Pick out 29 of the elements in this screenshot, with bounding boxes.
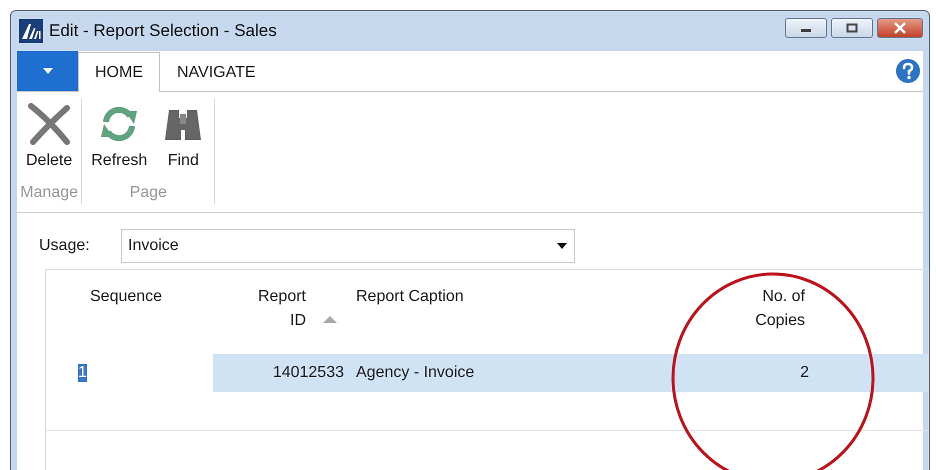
group-label: Page [130, 184, 167, 203]
ribbon-button[interactable]: Refresh [84, 98, 154, 184]
close-button[interactable] [877, 18, 923, 38]
ribbon-button[interactable]: Find [154, 98, 212, 184]
caret-icon [42, 67, 54, 75]
group-label: Manage [20, 184, 78, 203]
column-header[interactable]: Report Caption [356, 285, 464, 309]
table-cell: 14012533 [272, 364, 344, 382]
window-title: Edit - Report Selection - Sales [49, 21, 277, 41]
minimize-button[interactable] [785, 18, 827, 38]
dropdown-caret-icon [556, 242, 568, 250]
table-cell: 2 [800, 364, 809, 382]
table-cell: 1 [78, 364, 87, 382]
field-label: Usage: [39, 237, 91, 255]
help-icon[interactable] [895, 58, 921, 84]
column-header[interactable]: Sequence [90, 285, 162, 309]
ribbon-button[interactable]: Delete [19, 98, 80, 184]
table-row[interactable]: 1 14012533 Agency - Invoice 2 [46, 354, 928, 392]
close-icon [892, 22, 908, 34]
ribbon-tab[interactable]: NAVIGATE [160, 53, 273, 92]
column-header[interactable]: Report ID [248, 285, 306, 333]
restore-button[interactable] [831, 18, 873, 38]
column-header[interactable]: No. of Copies [743, 285, 805, 333]
ribbon-tab[interactable]: HOME [78, 52, 160, 92]
restore-icon [845, 22, 859, 34]
usage-dropdown[interactable]: Invoice [121, 229, 575, 263]
delete-icon [27, 102, 72, 146]
app-logo-icon [19, 19, 43, 43]
table-cell: Agency - Invoice [356, 364, 474, 382]
